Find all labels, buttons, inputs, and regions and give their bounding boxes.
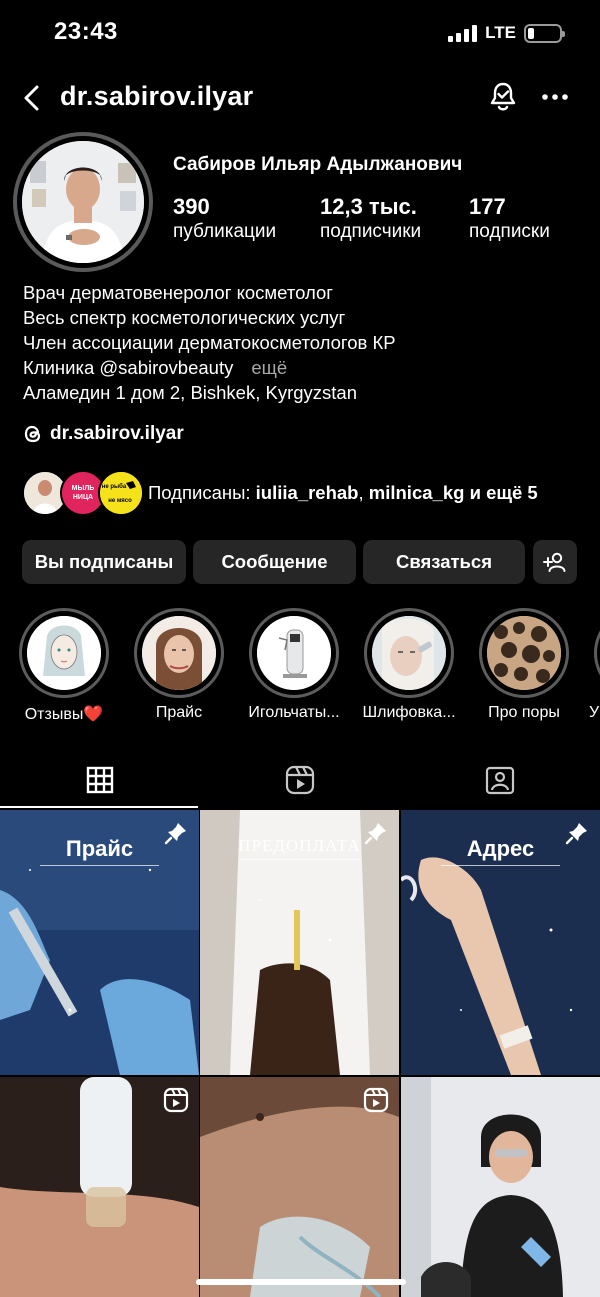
profile-username: dr.sabirov.ilyar	[60, 81, 254, 111]
status-indicators: LTE	[448, 23, 565, 43]
followed-by-text: Подписаны: iuliia_rehab, milnica_kg и ещ…	[148, 482, 538, 504]
suggest-people-button[interactable]	[533, 540, 577, 584]
highlight-cover	[142, 616, 216, 690]
story-highlights: Отзывы❤️ Прайс Игольчаты... Шлифовка... …	[0, 608, 600, 728]
active-tab-indicator	[0, 806, 198, 808]
contact-button[interactable]: Связаться	[363, 540, 525, 584]
svg-text:МЫЛЬ: МЫЛЬ	[72, 485, 95, 492]
highlight-label: Отзывы❤️	[24, 706, 104, 723]
chevron-left-icon	[24, 85, 39, 111]
tab-posts[interactable]	[0, 752, 200, 808]
profile-header: dr.sabirov.ilyar	[0, 74, 600, 122]
followed-by-suffix: и ещё 5	[470, 482, 538, 503]
grid-icon	[86, 766, 114, 794]
message-button[interactable]: Сообщение	[193, 540, 356, 584]
bio-more-link[interactable]: ещё	[251, 357, 287, 378]
stat-followers[interactable]: 12,3 тыс. подписчики	[320, 194, 421, 244]
highlight-cover	[487, 616, 561, 690]
threads-handle: dr.sabirov.ilyar	[50, 423, 184, 444]
stat-posts-label: публикации	[173, 221, 277, 242]
highlight-label: Игольчаты...	[248, 704, 340, 721]
bio-line: Член ассоциации дерматокосметологов КР	[23, 332, 396, 353]
followed-by-user[interactable]: iuliia_rehab	[256, 482, 359, 503]
bio-clinic-link[interactable]: Клиника @sabirovbeauty	[23, 357, 233, 378]
followed-by-prefix: Подписаны:	[148, 482, 251, 503]
followed-by-avatars: МЫЛЬ НИЦА не рыба не мясо	[22, 470, 144, 516]
stat-following[interactable]: 177 подписки	[469, 194, 550, 244]
followed-by-separator: ,	[358, 482, 364, 503]
post-thumbnail[interactable]	[401, 1077, 600, 1297]
avatar: не рыба не мясо	[98, 470, 144, 516]
highlight-item[interactable]: Про поры	[468, 608, 580, 722]
highlight-cover	[257, 616, 331, 690]
followed-by-user[interactable]: milnica_kg	[369, 482, 465, 503]
highlight-label: Прайс	[155, 704, 203, 721]
tab-reels[interactable]	[200, 752, 400, 808]
tab-tagged[interactable]	[400, 752, 600, 808]
back-button[interactable]	[14, 80, 50, 116]
stat-followers-value: 12,3 тыс.	[320, 194, 417, 219]
highlight-label: Шлифовка...	[362, 704, 456, 721]
pin-icon	[164, 823, 186, 845]
profile-tabs	[0, 752, 600, 808]
battery-icon	[524, 23, 565, 43]
post-thumbnail[interactable]	[200, 1077, 399, 1297]
signal-icon	[448, 24, 478, 42]
followed-by-suffix-text: и ещё 5	[469, 482, 538, 503]
profile-full-name: Сабиров Ильяр Адылжанович	[173, 154, 463, 175]
battery-level	[528, 27, 534, 39]
highlight-cover	[372, 616, 446, 690]
post-thumbnail[interactable]: ПРЕДОПЛАТА	[200, 810, 399, 1075]
bio-location[interactable]: Аламедин 1 дом 2, Bishkek, Kyrgyzstan	[23, 380, 396, 405]
highlight-cover	[27, 616, 101, 690]
status-time: 23:43	[54, 18, 118, 45]
stat-following-value: 177	[469, 194, 506, 219]
following-button[interactable]: Вы подписаны	[22, 540, 186, 584]
highlight-item[interactable]: У	[583, 608, 600, 722]
status-bar: 23:43 LTE	[0, 0, 600, 68]
stat-following-label: подписки	[469, 221, 550, 242]
svg-text:не мясо: не мясо	[108, 498, 132, 504]
highlight-item[interactable]: Шлифовка...	[353, 608, 465, 722]
highlight-item[interactable]: Отзывы❤️	[8, 608, 120, 724]
reels-icon	[285, 765, 315, 795]
pin-icon	[364, 823, 386, 845]
bio-line: Врач дерматовенеролог косметолог	[23, 282, 334, 303]
followed-by[interactable]: МЫЛЬ НИЦА не рыба не мясо Подписаны: iulii…	[22, 470, 538, 516]
post-title-text: Адрес	[466, 836, 535, 861]
add-person-icon	[543, 552, 566, 572]
bell-check-icon	[490, 82, 516, 111]
tagged-person-icon	[485, 766, 515, 795]
bio-line-with-more: Клиника @sabirovbeauty ещё	[23, 355, 396, 380]
threads-link[interactable]: dr.sabirov.ilyar	[23, 423, 184, 445]
post-title-text: ПРЕДОПЛАТА	[238, 836, 361, 855]
pin-icon	[565, 823, 587, 845]
reels-icon	[163, 1087, 189, 1113]
post-thumbnail[interactable]	[0, 1077, 199, 1297]
network-type: LTE	[485, 23, 516, 42]
home-indicator[interactable]	[196, 1279, 406, 1285]
reels-icon	[363, 1087, 389, 1113]
highlight-label: У	[589, 704, 600, 721]
post-thumbnail[interactable]: Прайс	[0, 810, 199, 1075]
profile-avatar[interactable]	[13, 132, 153, 272]
profile-bio: Врач дерматовенеролог косметолог Весь сп…	[23, 280, 396, 405]
post-title-text: Прайс	[65, 836, 134, 861]
avatar-photo	[22, 141, 144, 263]
stat-followers-label: подписчики	[320, 221, 422, 242]
more-horizontal-icon	[542, 94, 568, 100]
threads-icon	[24, 425, 41, 443]
highlight-label: Про поры	[488, 704, 560, 721]
notifications-button[interactable]	[484, 78, 522, 116]
stat-posts[interactable]: 390 публикации	[173, 194, 276, 244]
post-thumbnail[interactable]: Адрес	[401, 810, 600, 1075]
highlight-item[interactable]: Прайс	[123, 608, 235, 722]
bio-line: Весь спектр косметологических услуг	[23, 307, 346, 328]
stat-posts-value: 390	[173, 194, 210, 219]
svg-text:НИЦА: НИЦА	[73, 494, 93, 501]
svg-text:не рыба: не рыба	[102, 483, 127, 490]
highlight-item[interactable]: Игольчаты...	[238, 608, 350, 722]
more-options-button[interactable]	[536, 78, 574, 116]
